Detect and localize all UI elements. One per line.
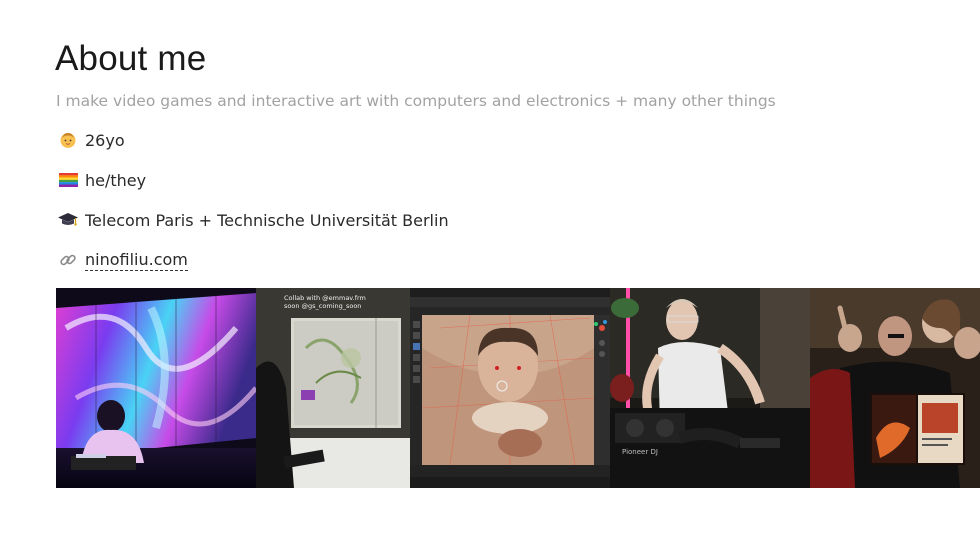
fact-age: 26yo	[58, 128, 125, 152]
photo-magazine-group[interactable]	[810, 288, 980, 488]
page-title: About me	[55, 39, 207, 78]
baby-face-icon	[58, 130, 78, 150]
fact-education: Telecom Paris + Technische Universität B…	[58, 208, 449, 232]
photo-electronics-installation[interactable]: Collab with @emmav.frm soon @gs_coming_s…	[256, 288, 410, 488]
link-icon	[58, 250, 78, 270]
photo-gallery: Collab with @emmav.frm soon @gs_coming_s…	[56, 288, 980, 488]
page-subtitle: I make video games and interactive art w…	[56, 92, 776, 110]
fact-pronouns-text: he/they	[85, 170, 147, 190]
rainbow-flag-icon	[58, 170, 78, 190]
fact-age-text: 26yo	[85, 130, 125, 150]
installation-caption-line2: soon @gs_coming_soon	[284, 302, 361, 310]
dj-equipment-label: Pioneer DJ	[622, 448, 658, 456]
photo-3d-editor-face[interactable]	[410, 288, 610, 488]
website-link[interactable]: ninofiliu.com	[85, 250, 188, 271]
fact-website: ninofiliu.com	[58, 248, 188, 272]
about-page: About me I make video games and interact…	[0, 0, 980, 552]
graduation-cap-icon	[58, 210, 78, 230]
fact-education-text: Telecom Paris + Technische Universität B…	[85, 210, 449, 230]
photo-dj-set[interactable]: Pioneer DJ	[610, 288, 810, 488]
fact-pronouns: he/they	[58, 168, 146, 192]
installation-caption-line1: Collab with @emmav.frm	[284, 294, 366, 302]
photo-projection-performance[interactable]	[56, 288, 256, 488]
